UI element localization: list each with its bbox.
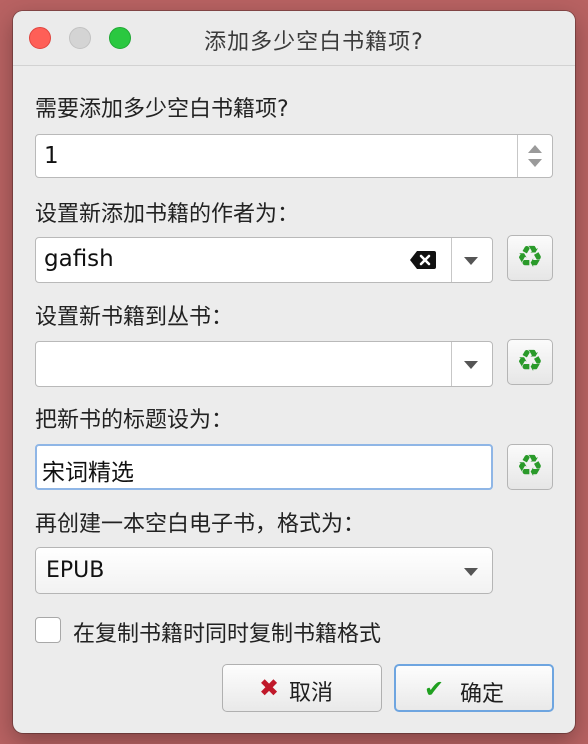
count-value: 1 [44, 143, 59, 169]
add-empty-books-dialog: 添加多少空白书籍项? 需要添加多少空白书籍项? 1 设置新添加书籍的作者为： g… [13, 11, 575, 733]
chevron-down-icon [464, 257, 478, 265]
ok-button[interactable]: ✔ 确定 [394, 664, 554, 712]
reset-series-button[interactable]: ♻ [507, 339, 553, 385]
copy-formats-checkbox[interactable] [35, 617, 61, 643]
copy-formats-label[interactable]: 在复制书籍时同时复制书籍格式 [73, 616, 381, 648]
author-dropdown-toggle[interactable] [451, 238, 492, 282]
format-select[interactable]: EPUB [35, 547, 493, 594]
increment-arrow-icon[interactable] [528, 145, 542, 153]
series-label: 设置新书籍到丛书： [35, 305, 234, 330]
count-spinbox[interactable]: 1 [35, 134, 553, 178]
decrement-arrow-icon[interactable] [528, 159, 542, 167]
count-stepper[interactable] [517, 135, 552, 177]
series-dropdown-toggle[interactable] [451, 342, 492, 386]
title-value: 宋词精选 [42, 460, 134, 486]
title-label: 把新书的标题设为： [35, 408, 234, 433]
recycle-icon: ♻ [516, 449, 544, 484]
cancel-button[interactable]: ✖ 取消 [222, 664, 382, 712]
author-label: 设置新添加书籍的作者为： [35, 202, 300, 227]
reset-title-button[interactable]: ♻ [507, 444, 553, 490]
title-bar: 添加多少空白书籍项? [13, 11, 575, 66]
format-label: 再创建一本空白电子书，格式为： [35, 512, 366, 537]
checkmark-icon: ✔ [424, 675, 445, 703]
cancel-label: 取消 [289, 681, 334, 706]
recycle-icon: ♻ [516, 344, 544, 379]
series-combobox[interactable] [35, 341, 493, 387]
ok-label: 确定 [460, 682, 505, 707]
chevron-down-icon [464, 568, 478, 576]
clear-text-icon[interactable] [410, 250, 436, 270]
count-label: 需要添加多少空白书籍项? [35, 97, 289, 122]
author-combobox[interactable]: gafish [35, 237, 493, 283]
recycle-icon: ♻ [516, 240, 544, 275]
author-value: gafish [44, 246, 114, 272]
format-value: EPUB [46, 558, 105, 583]
chevron-down-icon [464, 361, 478, 369]
reset-author-button[interactable]: ♻ [507, 235, 553, 281]
window-title: 添加多少空白书籍项? [204, 30, 424, 55]
title-input[interactable]: 宋词精选 [35, 444, 493, 490]
cancel-x-icon: ✖ [259, 674, 280, 702]
